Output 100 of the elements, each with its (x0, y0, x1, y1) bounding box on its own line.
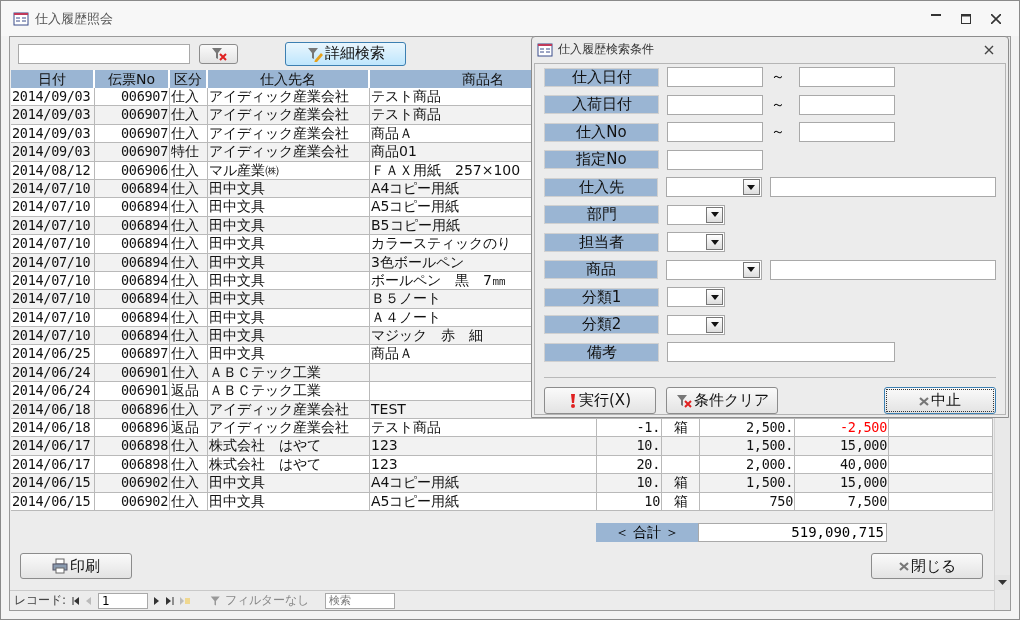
field-label: 分類2 (544, 315, 659, 335)
caret-icon (710, 294, 719, 300)
dropdown[interactable] (666, 259, 762, 280)
caret-icon (710, 239, 719, 245)
field-label: 分類1 (544, 287, 659, 307)
field-label: 指定No (544, 150, 659, 170)
caret-icon (710, 212, 719, 218)
dropdown[interactable] (667, 287, 725, 308)
dropdown[interactable] (666, 177, 762, 198)
column-header[interactable]: 区分 (170, 70, 208, 88)
input-field[interactable] (667, 342, 895, 363)
last-record-icon (166, 596, 175, 605)
table-cell: 006907 (95, 88, 170, 107)
print-button[interactable]: 印刷 (20, 553, 132, 579)
table-cell: 006897 (95, 345, 170, 364)
table-cell: 123 (370, 437, 597, 456)
run-button[interactable]: 実行(X) (544, 387, 656, 414)
field-label: 担当者 (544, 232, 659, 252)
table-cell: アイディック産業会社 (208, 419, 370, 438)
column-header[interactable]: 仕入先名 (208, 70, 370, 88)
table-cell: 006901 (95, 382, 170, 401)
table-cell: 2014/07/10 (11, 290, 95, 309)
field-label: 仕入先 (544, 177, 659, 197)
range-separator: ～ (771, 95, 785, 114)
table-cell: 1,500. (700, 437, 795, 456)
record-field[interactable]: 1 (98, 592, 149, 609)
next-record-icon (154, 596, 161, 605)
filter-clear-icon (675, 392, 692, 409)
table-cell: 006894 (95, 327, 170, 346)
table-cell: 仕入 (170, 437, 208, 456)
table-cell: 006902 (95, 474, 170, 493)
from-field[interactable] (667, 94, 763, 115)
to-field[interactable] (799, 67, 895, 88)
table-cell: 田中文具 (208, 198, 370, 217)
table-cell: 仕入 (170, 327, 208, 346)
dropdown[interactable] (667, 204, 725, 225)
detail-search-button[interactable]: 詳細検索 (285, 41, 406, 66)
table-cell: 田中文具 (208, 345, 370, 364)
close-button[interactable]: 閉じる (871, 553, 983, 579)
table-cell: 仕入 (170, 474, 208, 493)
from-field[interactable] (667, 67, 763, 88)
clear-button[interactable]: 条件クリア (666, 387, 778, 414)
form-icon (537, 41, 553, 58)
dialog-title: 仕入履歴検索条件 (558, 41, 655, 59)
table-cell: 返品 (170, 382, 208, 401)
input-field[interactable] (667, 149, 763, 170)
total-label: ＜ 合計 ＞ (596, 523, 698, 542)
maximize-icon (961, 13, 971, 24)
input-field[interactable] (769, 177, 996, 198)
table-cell: 箱 (662, 419, 700, 438)
table-cell: 2014/06/15 (11, 474, 95, 493)
minimize-icon (931, 13, 941, 16)
table-cell: 田中文具 (208, 290, 370, 309)
close-icon (984, 44, 994, 55)
table-cell: 006894 (95, 198, 170, 217)
close-icon (991, 13, 1001, 24)
table-cell: 仕入 (170, 290, 208, 309)
table-cell: アイディック産業会社 (208, 88, 370, 107)
table-cell: 2014/06/25 (11, 345, 95, 364)
column-header[interactable]: 伝票No (95, 70, 170, 88)
search-field[interactable] (18, 43, 190, 64)
table-cell: ＡＢＣテック工業 (208, 382, 370, 401)
table-cell: 006894 (95, 290, 170, 309)
form-icon (13, 10, 29, 27)
field-label: 入荷日付 (544, 95, 659, 115)
input-field[interactable] (769, 259, 996, 280)
to-field[interactable] (799, 122, 895, 143)
table-cell: テスト商品 (370, 419, 597, 438)
table-cell: 田中文具 (208, 474, 370, 493)
table-cell: 2014/07/10 (11, 327, 95, 346)
field-label: 仕入No (544, 122, 659, 142)
column-header[interactable]: 日付 (11, 70, 95, 88)
dropdown[interactable] (667, 232, 725, 253)
table-cell: -2,500 (795, 419, 889, 438)
table-cell: 006907 (95, 143, 170, 162)
field-label: 備考 (544, 342, 659, 362)
table-cell: 仕入 (170, 345, 208, 364)
from-field[interactable] (667, 122, 763, 143)
record-label: レコード: (14, 592, 67, 609)
clear-filter-button[interactable] (199, 43, 238, 64)
close-icon (919, 395, 929, 406)
close-icon (898, 561, 909, 571)
previous-record-icon (86, 596, 93, 605)
table-cell: -1. (597, 419, 662, 438)
to-field[interactable] (799, 94, 895, 115)
caret-icon (747, 267, 756, 273)
table-cell: 2014/06/17 (11, 437, 95, 456)
table-cell: 2014/06/18 (11, 419, 95, 438)
table-cell: 15,000 (795, 437, 889, 456)
cancel-button[interactable]: 中止 (884, 387, 996, 414)
range-separator: ～ (771, 123, 785, 142)
table-cell: 10. (597, 437, 662, 456)
table-cell: 田中文具 (208, 235, 370, 254)
table-cell: 006898 (95, 437, 170, 456)
table-cell: A4コピー用紙 (370, 474, 597, 493)
dropdown[interactable] (667, 314, 725, 335)
search-field[interactable]: 検索 (325, 592, 396, 609)
table-cell: 1,500. (700, 474, 795, 493)
table-cell: 2,500. (700, 419, 795, 438)
table-cell: 仕入 (170, 235, 208, 254)
